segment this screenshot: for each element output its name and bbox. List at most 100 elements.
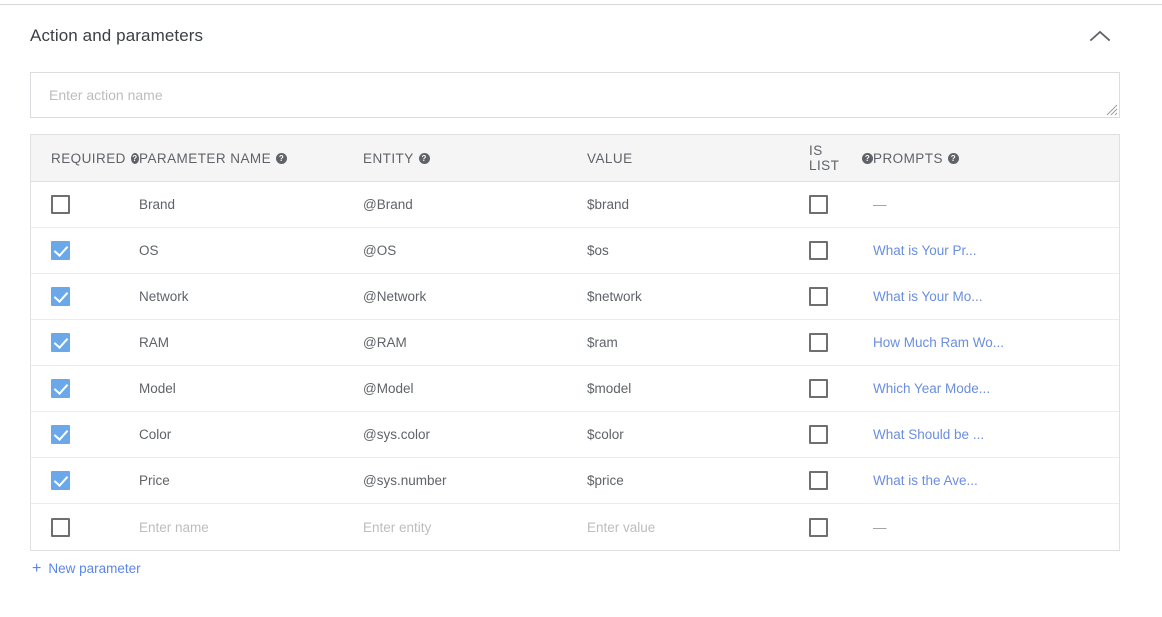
required-checkbox[interactable] <box>51 287 70 306</box>
column-header-value-label: VALUE <box>587 150 633 166</box>
cell-is-list <box>809 366 873 411</box>
required-checkbox[interactable] <box>51 195 70 214</box>
prompt-empty-dash: — <box>873 197 887 212</box>
is-list-checkbox[interactable] <box>809 333 828 352</box>
cell-is-list <box>809 412 873 457</box>
table-row: RAM @RAM $ram How Much Ram Wo... <box>31 320 1119 366</box>
prompt-link[interactable]: Which Year Mode... <box>873 381 990 396</box>
help-icon[interactable]: ? <box>130 152 139 164</box>
is-list-checkbox[interactable] <box>809 241 828 260</box>
prompt-empty-dash: — <box>873 519 887 535</box>
cell-entity[interactable]: @Model <box>363 366 587 411</box>
cell-prompts: Which Year Mode... <box>873 366 1119 411</box>
column-header-parameter-name-label: PARAMETER NAME <box>139 150 272 166</box>
is-list-checkbox[interactable] <box>809 517 828 537</box>
cell-required <box>31 412 139 457</box>
is-list-checkbox[interactable] <box>809 471 828 490</box>
cell-required <box>31 366 139 411</box>
column-header-entity-label: ENTITY <box>363 150 414 166</box>
cell-parameter-name[interactable]: Brand <box>139 182 363 227</box>
column-header-parameter-name: PARAMETER NAME ? <box>139 135 363 181</box>
cell-entity[interactable]: @sys.color <box>363 412 587 457</box>
required-checkbox[interactable] <box>51 517 70 537</box>
column-header-value: VALUE <box>587 135 809 181</box>
section-header: Action and parameters <box>30 20 1120 52</box>
cell-is-list <box>809 182 873 227</box>
column-header-entity: ENTITY ? <box>363 135 587 181</box>
cell-entity[interactable]: @Network <box>363 274 587 319</box>
action-name-field-wrapper[interactable] <box>30 72 1120 118</box>
prompt-link[interactable]: What is Your Mo... <box>873 289 983 304</box>
cell-value[interactable]: $color <box>587 412 809 457</box>
cell-parameter-name[interactable]: Enter name <box>139 504 363 550</box>
column-header-required: REQUIRED ? <box>31 135 139 181</box>
page-title: Action and parameters <box>30 26 204 45</box>
prompt-link[interactable]: What is the Ave... <box>873 473 978 488</box>
cell-parameter-name[interactable]: OS <box>139 228 363 273</box>
new-parameter-button[interactable]: + New parameter <box>32 560 141 577</box>
table-row: Color @sys.color $color What Should be ... <box>31 412 1119 458</box>
column-header-is-list-label: IS LIST <box>809 143 840 173</box>
chevron-up-icon <box>1089 30 1111 42</box>
cell-prompts: How Much Ram Wo... <box>873 320 1119 365</box>
cell-required <box>31 504 139 550</box>
is-list-checkbox[interactable] <box>809 425 828 444</box>
cell-value[interactable]: Enter value <box>587 504 809 550</box>
is-list-checkbox[interactable] <box>809 287 828 306</box>
table-row: Model @Model $model Which Year Mode... <box>31 366 1119 412</box>
prompt-link[interactable]: What Should be ... <box>873 427 984 442</box>
cell-is-list <box>809 504 873 550</box>
table-row: Brand @Brand $brand — <box>31 182 1119 228</box>
cell-parameter-name[interactable]: Model <box>139 366 363 411</box>
cell-parameter-name[interactable]: Price <box>139 458 363 503</box>
cell-parameter-name[interactable]: Network <box>139 274 363 319</box>
cell-value[interactable]: $brand <box>587 182 809 227</box>
cell-prompts: — <box>873 504 1119 550</box>
table-body: Brand @Brand $brand — OS @OS $os What is Your P… <box>31 182 1119 550</box>
table-row: Enter name Enter entity Enter value — <box>31 504 1119 550</box>
cell-entity[interactable]: @Brand <box>363 182 587 227</box>
help-icon[interactable]: ? <box>276 152 288 164</box>
column-header-prompts: PROMPTS ? <box>873 135 1119 181</box>
prompt-link[interactable]: How Much Ram Wo... <box>873 335 1004 350</box>
cell-required <box>31 228 139 273</box>
help-icon[interactable]: ? <box>418 152 430 164</box>
cell-value[interactable]: $os <box>587 228 809 273</box>
cell-required <box>31 274 139 319</box>
cell-entity[interactable]: @RAM <box>363 320 587 365</box>
required-checkbox[interactable] <box>51 379 70 398</box>
action-name-input[interactable] <box>31 73 1119 117</box>
table-row: OS @OS $os What is Your Pr... <box>31 228 1119 274</box>
cell-required <box>31 458 139 503</box>
required-checkbox[interactable] <box>51 471 70 490</box>
cell-value[interactable]: $ram <box>587 320 809 365</box>
cell-entity[interactable]: Enter entity <box>363 504 587 550</box>
cell-value[interactable]: $model <box>587 366 809 411</box>
prompt-link[interactable]: What is Your Pr... <box>873 243 977 258</box>
help-icon[interactable]: ? <box>947 152 959 164</box>
cell-prompts: — <box>873 182 1119 227</box>
required-checkbox[interactable] <box>51 425 70 444</box>
cell-entity[interactable]: @sys.number <box>363 458 587 503</box>
cell-is-list <box>809 458 873 503</box>
required-checkbox[interactable] <box>51 333 70 352</box>
required-checkbox[interactable] <box>51 241 70 260</box>
cell-required <box>31 320 139 365</box>
plus-icon: + <box>32 560 42 577</box>
collapse-section-button[interactable] <box>1080 20 1120 52</box>
cell-value[interactable]: $price <box>587 458 809 503</box>
help-icon[interactable]: ? <box>862 152 873 164</box>
cell-parameter-name[interactable]: Color <box>139 412 363 457</box>
is-list-checkbox[interactable] <box>809 379 828 398</box>
is-list-checkbox[interactable] <box>809 195 828 214</box>
action-and-parameters-page: Action and parameters REQUIRED ? PARAMET… <box>0 0 1162 617</box>
cell-required <box>31 182 139 227</box>
table-row: Network @Network $network What is Your Mo..… <box>31 274 1119 320</box>
cell-parameter-name[interactable]: RAM <box>139 320 363 365</box>
cell-entity[interactable]: @OS <box>363 228 587 273</box>
cell-is-list <box>809 320 873 365</box>
new-parameter-label: New parameter <box>48 561 141 576</box>
cell-value[interactable]: $network <box>587 274 809 319</box>
cell-is-list <box>809 274 873 319</box>
cell-prompts: What Should be ... <box>873 412 1119 457</box>
